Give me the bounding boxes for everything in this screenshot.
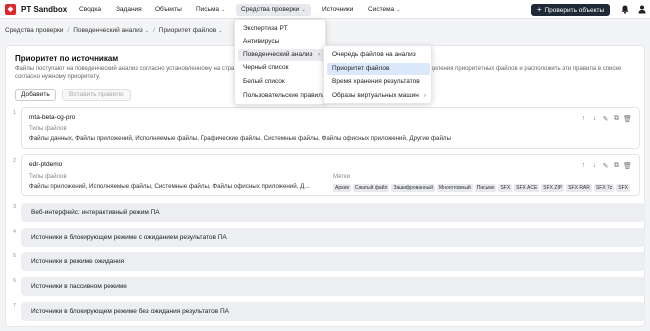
inspection-tools-menu: Экспертиза PT Антивирусы Поведенческий а… [234, 19, 326, 105]
plus-icon: + [536, 5, 542, 14]
add-button[interactable]: Добавить [15, 89, 56, 101]
chevron-right-icon: › [424, 93, 426, 99]
rule-name: edr-ptdemo [29, 161, 63, 168]
move-up-icon[interactable]: ↑ [578, 161, 589, 170]
breadcrumb-file-priority: Приоритет файлов [158, 27, 217, 34]
tag-list: Архив Сжатый файл Зашифрованный Многотом… [333, 184, 632, 192]
menu-item-file-priority[interactable]: Приоритет файлов [327, 63, 430, 75]
tag: SFX ZIP [541, 184, 565, 192]
tag: SFX 7z [593, 184, 615, 192]
menu-item-behavior-analysis[interactable]: Поведенческий анализ › [238, 49, 324, 61]
menu-item-antivirus[interactable]: Антивирусы [238, 36, 324, 48]
move-up-icon[interactable]: ↑ [578, 114, 589, 123]
rule-number: 6 [13, 278, 17, 284]
menu-item-pt-expertise[interactable]: Экспертиза PT [238, 23, 324, 35]
breadcrumb-inspection-tools[interactable]: Средства проверки [5, 27, 63, 34]
page-title: Приоритет по источникам [15, 54, 119, 63]
mode-bar: Источники в режиме ожидания [21, 252, 645, 271]
app-title: PT Sandbox [21, 4, 68, 14]
mode-bar: Источники в блокирующем режиме с ожидани… [21, 228, 645, 247]
copy-icon[interactable]: ⧉ [611, 114, 622, 123]
edit-icon[interactable]: ✎ [600, 114, 611, 123]
delete-icon[interactable]: 🗑 [622, 114, 633, 123]
chevron-down-icon[interactable]: ⌄ [218, 28, 222, 34]
mode-label: Веб-интерфейс: интерактивный режим ПА [31, 209, 160, 216]
rule-number: 3 [13, 204, 17, 210]
mode-label: Источники в блокирующем режиме с ожидани… [31, 234, 227, 241]
tag: SFX [498, 184, 513, 192]
mode-label: Источники в пассивном режиме [31, 283, 127, 290]
pt-logo-icon: ◆ [5, 3, 16, 15]
rule-name: mta-beta-cg-pro [29, 114, 76, 121]
tag: Архив [333, 184, 352, 192]
nav-tasks[interactable]: Задания [116, 4, 142, 16]
breadcrumb-separator: / [152, 27, 155, 34]
breadcrumb-behavior-analysis[interactable]: Поведенческий анализ [73, 27, 143, 34]
nav-inspection-tools-label: Средства проверки [241, 6, 300, 13]
menu-item-blacklist[interactable]: Черный список [238, 62, 324, 74]
behavior-analysis-submenu: Очередь файлов на анализ Приоритет файло… [323, 45, 432, 104]
rule-number: 5 [13, 253, 17, 259]
rule-number: 2 [13, 158, 17, 164]
rule-card[interactable]: mta-beta-cg-pro Типы файлов Файлы данных… [21, 107, 640, 149]
rule-number: 1 [13, 110, 17, 116]
mode-bar: Источники в пассивном режиме [21, 277, 645, 296]
chevron-down-icon: ⌄ [396, 7, 401, 13]
top-navigation-bar: ◆ PT Sandbox Сводка Задания Объекты Пись… [0, 0, 650, 19]
check-objects-button[interactable]: + Проверить объекты [531, 4, 610, 16]
notifications-bell-icon[interactable] [621, 5, 629, 16]
menu-item-results-retention[interactable]: Время хранения результатов [327, 76, 430, 88]
tag: SFX RAR [566, 184, 592, 192]
rule-number: 7 [13, 303, 17, 309]
menu-item-custom-rules[interactable]: Пользовательские правила [238, 90, 324, 102]
tag: SFX [616, 184, 631, 192]
mode-label: Источники в блокирующем режиме без ожида… [31, 308, 230, 315]
nav-system-label: Система [368, 6, 395, 13]
user-profile-icon[interactable] [638, 5, 646, 16]
nav-summary[interactable]: Сводка [79, 4, 101, 16]
move-down-icon[interactable]: ↓ [589, 114, 600, 123]
breadcrumb-separator: / [67, 27, 70, 34]
check-objects-label: Проверить объекты [544, 6, 605, 14]
menu-item-analysis-queue[interactable]: Очередь файлов на анализ [327, 49, 430, 61]
nav-sources[interactable]: Источники [322, 4, 353, 16]
rule-number: 4 [13, 229, 17, 235]
nav-system[interactable]: Система ⌄ [368, 4, 400, 16]
tags-label: Метки [333, 174, 350, 180]
breadcrumb: Средства проверки / Поведенческий анализ… [5, 27, 222, 34]
chevron-right-icon: › [318, 52, 320, 58]
nav-objects[interactable]: Объекты [155, 4, 182, 16]
app-logo[interactable]: ◆ PT Sandbox [5, 3, 68, 15]
chevron-down-icon[interactable]: ⌄ [145, 28, 149, 34]
menu-item-vm-images[interactable]: Образы виртуальных машин › [327, 90, 430, 102]
tag: Зашифрованный [391, 184, 436, 192]
delete-icon[interactable]: 🗑 [622, 161, 633, 170]
mode-bar: Веб-интерфейс: интерактивный режим ПА [21, 203, 645, 222]
copy-icon[interactable]: ⧉ [611, 161, 622, 170]
rule-actions: ↑ ↓ ✎ ⧉ 🗑 [578, 114, 633, 123]
tag: SFX ACE [514, 184, 540, 192]
tag: Многотомный [437, 184, 473, 192]
nav-inspection-tools[interactable]: Средства проверки ⌄ [236, 4, 311, 16]
tag: Сжатый файл [353, 184, 390, 192]
menu-item-vm-images-label: Образы виртуальных машин [332, 92, 419, 99]
chevron-down-icon: ⌄ [221, 7, 226, 13]
mode-label: Источники в режиме ожидания [31, 258, 125, 265]
rule-card[interactable]: edr-ptdemo Типы файлов Файлы приложений,… [21, 154, 640, 196]
menu-item-behavior-analysis-label: Поведенческий анализ [243, 51, 313, 58]
move-down-icon[interactable]: ↓ [589, 161, 600, 170]
file-types-label: Типы файлов [29, 126, 67, 132]
file-types-label: Типы файлов [29, 174, 67, 180]
tag: Письмо [474, 184, 497, 192]
mode-bar: Источники в блокирующем режиме без ожида… [21, 302, 645, 321]
nav-letters-label: Письма [196, 6, 220, 13]
chevron-down-icon: ⌄ [301, 7, 306, 13]
menu-item-whitelist[interactable]: Белый список [238, 76, 324, 88]
file-types-value: Файлы приложений, Исполняемые файлы, Сис… [29, 183, 310, 190]
file-types-value: Файлы данных, Файлы приложений, Исполняе… [29, 135, 451, 142]
edit-icon[interactable]: ✎ [600, 161, 611, 170]
insert-rule-button[interactable]: Вставить правило [62, 89, 131, 101]
nav-letters[interactable]: Письма ⌄ [196, 4, 225, 16]
rule-actions: ↑ ↓ ✎ ⧉ 🗑 [578, 161, 633, 170]
